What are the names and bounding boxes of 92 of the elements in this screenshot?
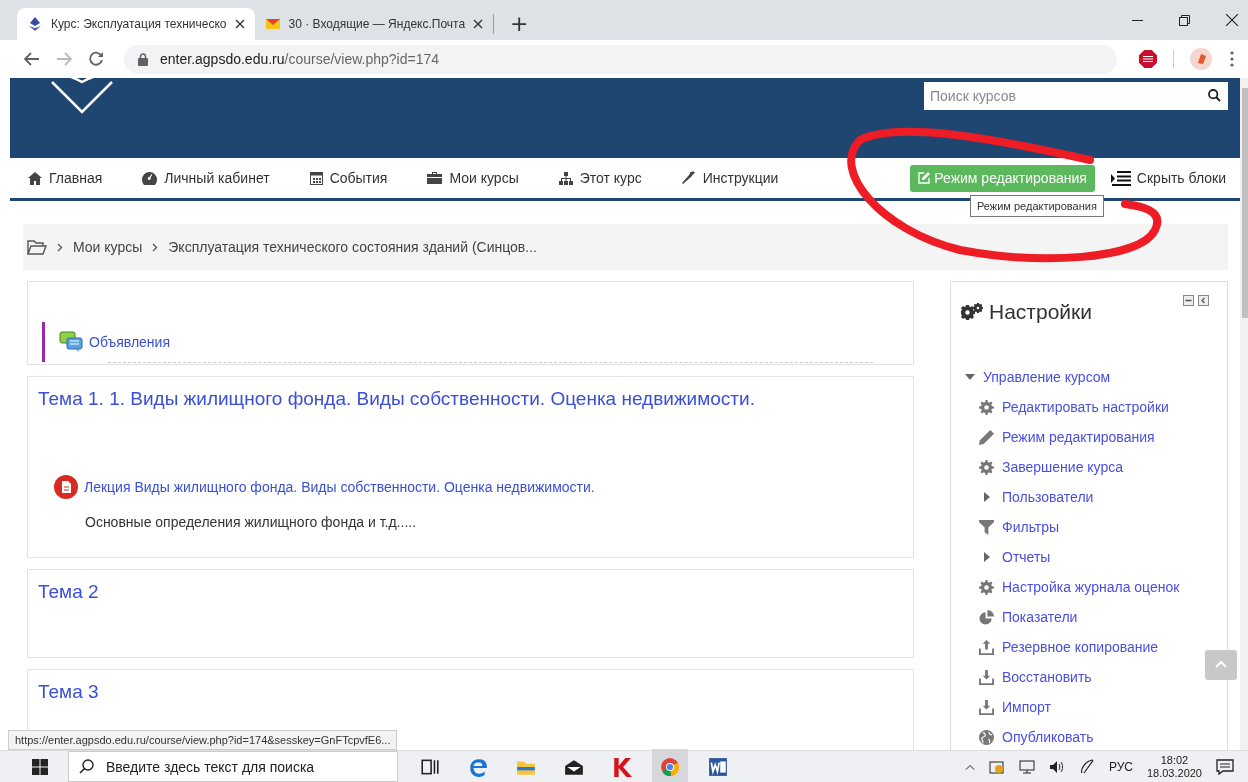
- tree-link[interactable]: Редактировать настройки: [1002, 399, 1169, 415]
- stop-sign-icon[interactable]: [1139, 50, 1157, 68]
- tree-link[interactable]: Восстановить: [1002, 669, 1092, 685]
- envelope-icon: [264, 16, 281, 32]
- pie-chart-icon: [979, 609, 994, 625]
- tree-link[interactable]: Управление курсом: [983, 369, 1111, 385]
- tree-link[interactable]: Показатели: [1002, 609, 1078, 625]
- profile-avatar-icon[interactable]: [1190, 48, 1212, 70]
- nav-link[interactable]: Мои курсы: [427, 170, 519, 186]
- nav-link[interactable]: Этот курс: [558, 170, 642, 186]
- section-title[interactable]: Тема 2: [38, 581, 903, 603]
- tree-link[interactable]: Режим редактирования: [1002, 429, 1155, 445]
- upload-icon: [979, 639, 994, 655]
- notifications-icon[interactable]: [1216, 758, 1234, 775]
- download-icon: [979, 699, 994, 715]
- nav-link[interactable]: Личный кабинет: [142, 170, 270, 186]
- scrollbar[interactable]: [1240, 78, 1248, 750]
- filter-icon: [979, 519, 994, 535]
- tab-title: Курс: Эксплуатация техническо: [51, 17, 227, 31]
- pen-icon[interactable]: [1078, 758, 1095, 775]
- close-icon[interactable]: [473, 19, 484, 29]
- restore-icon[interactable]: [1179, 14, 1190, 26]
- k-logo-icon[interactable]: [612, 756, 632, 777]
- document-icon: [54, 475, 78, 499]
- gear-icon: [979, 399, 994, 415]
- tree-link[interactable]: Фильтры: [1002, 519, 1060, 535]
- browser-tab[interactable]: 30 · Входящие — Яндекс.Почта: [254, 8, 494, 40]
- address-bar[interactable]: enter.agpsdo.edu.ru/course/view.php?id=174: [124, 44, 1117, 74]
- clock-date[interactable]: 18.03.2020: [1146, 766, 1202, 780]
- tree-link[interactable]: Завершение курса: [1002, 459, 1124, 475]
- taskbar-search-field[interactable]: Введите здесь текст для поиска: [68, 751, 398, 782]
- edit-icon: [918, 172, 931, 184]
- calendar-icon: [309, 171, 323, 185]
- chevron-right-icon: [152, 242, 159, 252]
- tree-link[interactable]: Резервное копирование: [1002, 639, 1159, 655]
- nav-link[interactable]: Главная: [28, 170, 103, 186]
- accent-bar: [42, 322, 45, 362]
- more-menu-icon[interactable]: [1230, 51, 1234, 67]
- status-url: https://enter.agpsdo.edu.ru/course/view.php?id=174&sesskey=GnFTcpvfE6...: [8, 730, 398, 750]
- indent-lines-icon: [1110, 170, 1131, 186]
- search-icon: [79, 759, 94, 774]
- block-title: Настройки: [989, 300, 1092, 324]
- sitemap-icon: [558, 171, 573, 185]
- speech-bubbles-icon: [59, 331, 83, 353]
- close-icon[interactable]: [234, 19, 245, 29]
- tree-link[interactable]: Пользователи: [1002, 489, 1094, 505]
- house-icon: [28, 171, 42, 185]
- pencil-icon: [979, 429, 994, 445]
- search-icon[interactable]: [1208, 89, 1221, 102]
- new-tab-button[interactable]: +: [494, 8, 545, 40]
- tab-title: 30 · Входящие — Яндекс.Почта: [288, 17, 466, 31]
- chevron-up-icon[interactable]: [964, 763, 975, 770]
- moodle-logo-icon: [27, 16, 43, 32]
- globe-icon: [979, 729, 994, 745]
- lock-icon: [138, 52, 148, 66]
- folder-icon: [27, 239, 47, 255]
- section-title[interactable]: Тема 1. 1. Виды жилищного фонда. Виды собственности. Оценка недвижимости.: [38, 388, 903, 410]
- nav-link[interactable]: События: [309, 170, 388, 186]
- tree-link[interactable]: Настройка журнала оценок: [1002, 579, 1180, 595]
- back-arrow-icon[interactable]: [24, 52, 40, 66]
- tree-link[interactable]: Опубликовать: [1002, 729, 1094, 745]
- briefcase-icon: [427, 172, 443, 184]
- gear-icon: [979, 579, 994, 595]
- language-indicator[interactable]: РУС: [1108, 759, 1133, 774]
- network-icon[interactable]: [1018, 758, 1035, 775]
- activity-link[interactable]: Лекция Виды жилищного фонда. Виды собственности. Оценка недвижимости.: [84, 479, 595, 495]
- activity-link[interactable]: Объявления: [89, 334, 170, 350]
- document-w-icon[interactable]: [708, 756, 728, 777]
- gear-icon: [979, 459, 994, 475]
- windows-logo-icon[interactable]: [32, 758, 48, 775]
- browser-tab[interactable]: Курс: Эксплуатация техническо: [17, 8, 255, 40]
- gauge-icon: [142, 171, 158, 185]
- tooltip: Режим редактирования: [970, 195, 1104, 217]
- gears-icon: [961, 303, 983, 321]
- activity-description: Основные определения жилищного фонда и т.д.....: [84, 513, 418, 530]
- clock-time[interactable]: 18:02: [1160, 753, 1189, 767]
- hide-blocks-link[interactable]: Скрыть блоки: [1110, 170, 1226, 186]
- breadcrumb-link[interactable]: Эксплуатация технического состояния зданий (Синцов...: [168, 239, 537, 255]
- url-text: enter.agpsdo.edu.ru/course/view.php?id=174: [160, 51, 440, 67]
- close-icon[interactable]: [1226, 14, 1238, 26]
- breadcrumb-link[interactable]: Мои курсы: [73, 239, 143, 255]
- tree-link[interactable]: Отчеты: [1002, 549, 1051, 565]
- chevron-right-icon: [57, 242, 63, 252]
- download-icon: [979, 669, 994, 685]
- reload-icon[interactable]: [88, 51, 104, 67]
- tree-link[interactable]: Импорт: [1002, 699, 1051, 715]
- nav-link[interactable]: Инструкции: [681, 170, 779, 186]
- section-title[interactable]: Тема 3: [38, 681, 903, 703]
- collapse-icon[interactable]: [1183, 295, 1194, 306]
- dock-icon[interactable]: [1198, 295, 1209, 306]
- search-field[interactable]: Поиск курсов: [924, 82, 1228, 110]
- browser-e-icon[interactable]: [468, 756, 488, 777]
